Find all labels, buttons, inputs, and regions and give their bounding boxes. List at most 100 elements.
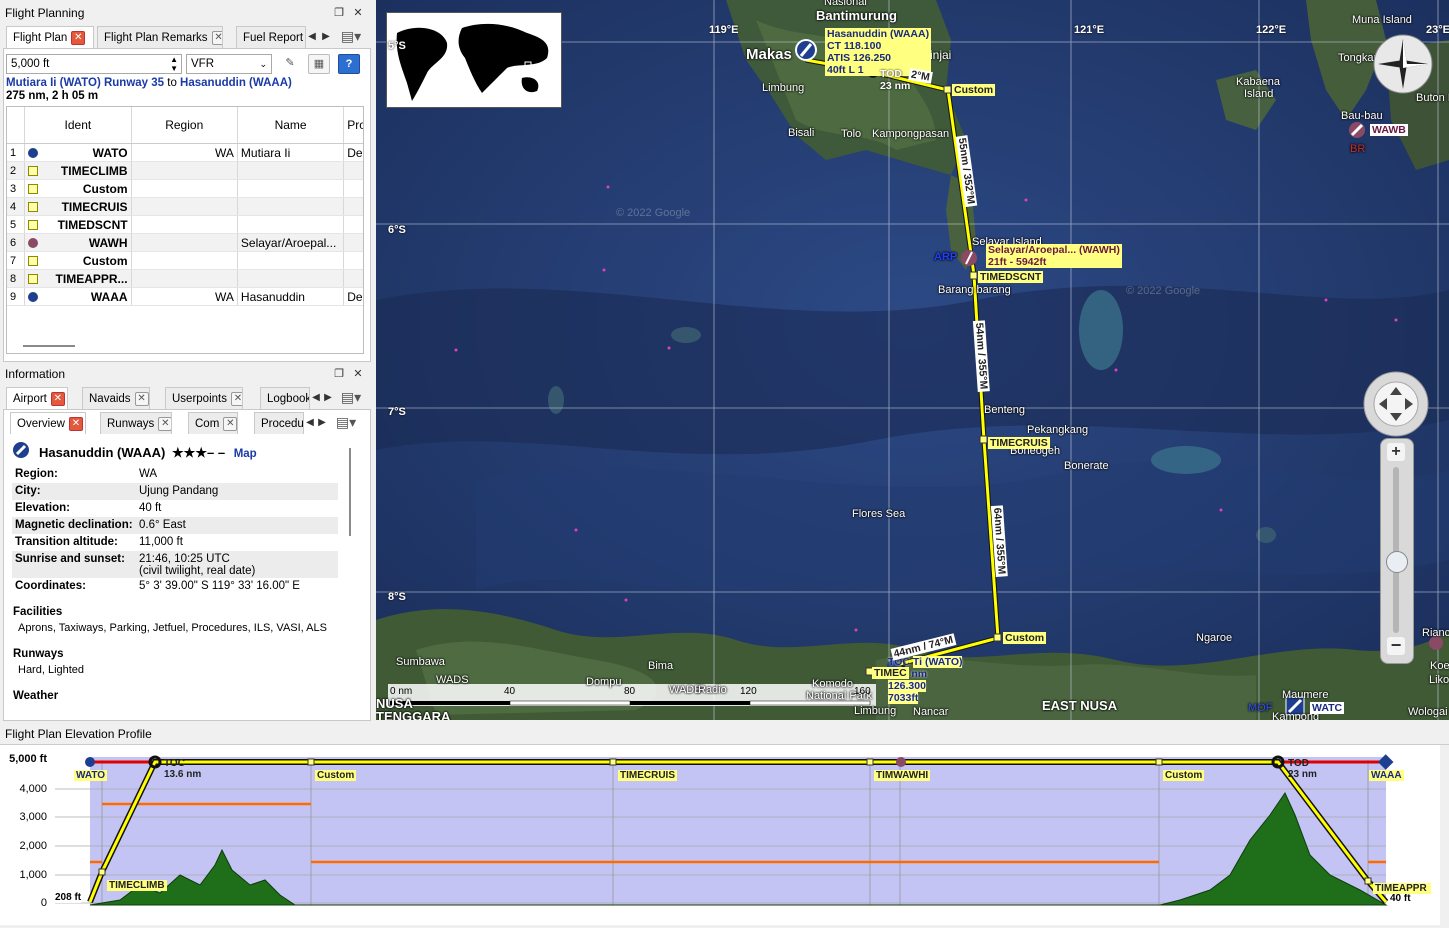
zoom-out-icon[interactable]: − bbox=[1387, 636, 1405, 655]
tab-navaids[interactable]: Navaids ✕ bbox=[82, 387, 150, 409]
tab-scroll-right-icon[interactable]: ▶ bbox=[316, 414, 328, 432]
tab-fuel-report[interactable]: Fuel Report bbox=[236, 26, 306, 48]
zoom-in-icon[interactable]: + bbox=[1387, 443, 1405, 461]
table-row[interactable]: 7 Custom bbox=[7, 251, 363, 270]
table-row[interactable]: 6 WAWH Selayar/Aroepal... bbox=[7, 233, 363, 252]
tab-flight-plan[interactable]: Flight Plan ✕ bbox=[6, 26, 94, 48]
profile-canvas-frame[interactable]: 5,000 ft 4,000 3,000 2,000 1,000 0 208 f… bbox=[0, 744, 1449, 925]
tab-close-icon[interactable]: ✕ bbox=[230, 391, 242, 406]
table-row[interactable]: 8 TIMEAPPR... bbox=[7, 269, 363, 288]
tab-scroll-left-icon[interactable]: ◀ bbox=[304, 414, 316, 432]
cell-procedure[interactable] bbox=[343, 251, 363, 270]
tab-overview[interactable]: Overview ✕ bbox=[10, 412, 86, 434]
cell-name[interactable] bbox=[237, 179, 345, 198]
cell-ident[interactable]: Custom bbox=[24, 179, 132, 198]
float-icon[interactable]: ❐ bbox=[333, 7, 345, 19]
zoom-slider[interactable]: + − bbox=[1380, 438, 1414, 664]
compass-rose-icon[interactable] bbox=[1372, 33, 1434, 95]
cell-procedure[interactable] bbox=[343, 197, 363, 216]
cell-region[interactable]: WA bbox=[131, 287, 238, 306]
table-row[interactable]: 5 TIMEDSCNT bbox=[7, 215, 363, 234]
zoom-thumb[interactable] bbox=[1386, 551, 1408, 573]
cell-name[interactable]: Mutiara Ii bbox=[237, 143, 345, 162]
pan-control-icon[interactable] bbox=[1362, 370, 1430, 438]
cell-region[interactable] bbox=[131, 269, 238, 288]
cell-name[interactable]: Selayar/Aroepal... bbox=[237, 233, 345, 252]
help-icon[interactable]: ? bbox=[338, 54, 360, 74]
cell-ident[interactable]: TIMECRUIS bbox=[24, 197, 132, 216]
altitude-input[interactable]: 5,000 ft ▲ ▼ bbox=[6, 54, 182, 74]
cell-name[interactable] bbox=[237, 251, 345, 270]
tab-close-icon[interactable]: ✕ bbox=[223, 416, 237, 431]
cell-region[interactable] bbox=[131, 197, 238, 216]
cell-region[interactable]: WA bbox=[131, 143, 238, 162]
tab-close-icon[interactable]: ✕ bbox=[134, 391, 149, 406]
cell-name[interactable] bbox=[237, 215, 345, 234]
cell-procedure[interactable]: Destina bbox=[343, 287, 363, 306]
cell-region[interactable] bbox=[131, 215, 238, 234]
cell-procedure[interactable] bbox=[343, 179, 363, 198]
tab-flight-plan-remarks[interactable]: Flight Plan Remarks ✕ bbox=[97, 26, 223, 48]
tab-close-icon[interactable]: ✕ bbox=[68, 416, 83, 431]
spinner-icon[interactable]: ▲ ▼ bbox=[170, 55, 178, 73]
close-icon[interactable]: ✕ bbox=[352, 368, 364, 380]
tab-menu-icon[interactable]: ▤▾ bbox=[338, 27, 364, 47]
flight-plan-table[interactable]: Ident Region Name Pro 1WATOWAMutiara IiD… bbox=[6, 106, 364, 354]
table-row[interactable]: 2 TIMECLIMB bbox=[7, 161, 363, 180]
tab-scroll-left-icon[interactable]: ◀ bbox=[306, 28, 318, 46]
cell-ident[interactable]: TIMEAPPR... bbox=[24, 269, 132, 288]
tab-close-icon[interactable]: ✕ bbox=[71, 30, 86, 45]
edit-icon[interactable]: ✎ bbox=[279, 54, 301, 74]
zoom-track[interactable] bbox=[1393, 467, 1399, 633]
cell-procedure[interactable] bbox=[343, 161, 363, 180]
cell-procedure[interactable]: Departu bbox=[343, 143, 363, 162]
cell-name[interactable] bbox=[237, 269, 345, 288]
cell-ident[interactable]: WAAA bbox=[24, 287, 132, 306]
cell-name[interactable] bbox=[237, 161, 345, 180]
elevation-profile-chart[interactable] bbox=[0, 745, 1449, 925]
cell-region[interactable] bbox=[131, 161, 238, 180]
column-procedure[interactable]: Pro bbox=[343, 107, 363, 144]
tab-com[interactable]: Com ✕ bbox=[188, 412, 238, 434]
cell-ident[interactable]: WATO bbox=[24, 143, 132, 162]
close-icon[interactable]: ✕ bbox=[352, 7, 364, 19]
flight-rules-select[interactable]: VFR ⌄ bbox=[186, 54, 272, 74]
cell-name[interactable] bbox=[237, 197, 345, 216]
column-name[interactable]: Name bbox=[237, 107, 345, 144]
cell-ident[interactable]: TIMECLIMB bbox=[24, 161, 132, 180]
calculate-icon[interactable]: ▦ bbox=[308, 54, 330, 74]
cell-name[interactable]: Hasanuddin bbox=[237, 287, 345, 306]
tab-close-icon[interactable]: ✕ bbox=[158, 416, 171, 431]
table-row[interactable]: 3 Custom bbox=[7, 179, 363, 198]
table-row[interactable]: 9WAAAWAHasanuddinDestina bbox=[7, 287, 363, 306]
tab-airport[interactable]: Airport ✕ bbox=[6, 387, 68, 409]
cell-region[interactable] bbox=[131, 251, 238, 270]
cell-ident[interactable]: TIMEDSCNT bbox=[24, 215, 132, 234]
tab-procedures[interactable]: Procedu bbox=[254, 412, 304, 434]
tab-menu-icon[interactable]: ▤▾ bbox=[333, 413, 359, 433]
tab-menu-icon[interactable]: ▤▾ bbox=[338, 388, 364, 408]
departure-link[interactable]: Mutiara Ii (WATO) Runway 35 bbox=[6, 77, 164, 89]
table-row[interactable]: 4 TIMECRUIS bbox=[7, 197, 363, 216]
tab-scroll-right-icon[interactable]: ▶ bbox=[320, 28, 332, 46]
map-link[interactable]: Map bbox=[234, 448, 257, 460]
tab-runways[interactable]: Runways ✕ bbox=[100, 412, 172, 434]
tab-close-icon[interactable]: ✕ bbox=[211, 30, 222, 45]
tab-userpoints[interactable]: Userpoints ✕ bbox=[165, 387, 243, 409]
tab-scroll-right-icon[interactable]: ▶ bbox=[322, 389, 334, 407]
cell-ident[interactable]: WAWH bbox=[24, 233, 132, 252]
cell-procedure[interactable] bbox=[343, 215, 363, 234]
cell-ident[interactable]: Custom bbox=[24, 251, 132, 270]
destination-link[interactable]: Hasanuddin (WAAA) bbox=[180, 77, 292, 89]
tab-scroll-left-icon[interactable]: ◀ bbox=[310, 389, 322, 407]
cell-region[interactable] bbox=[131, 233, 238, 252]
table-row[interactable]: 1WATOWAMutiara IiDepartu bbox=[7, 143, 363, 162]
map-view[interactable]: 119°E 121°E 122°E 23°E 5°S 6°S 7°S 8°S N… bbox=[376, 0, 1449, 720]
cell-region[interactable] bbox=[131, 179, 238, 198]
column-ident[interactable]: Ident bbox=[24, 107, 132, 144]
tab-close-icon[interactable]: ✕ bbox=[50, 391, 65, 406]
overview-minimap[interactable] bbox=[386, 12, 562, 108]
tab-logbook[interactable]: Logbook bbox=[260, 387, 310, 409]
horizontal-scrollbar[interactable] bbox=[23, 345, 75, 347]
cell-procedure[interactable] bbox=[343, 233, 363, 252]
